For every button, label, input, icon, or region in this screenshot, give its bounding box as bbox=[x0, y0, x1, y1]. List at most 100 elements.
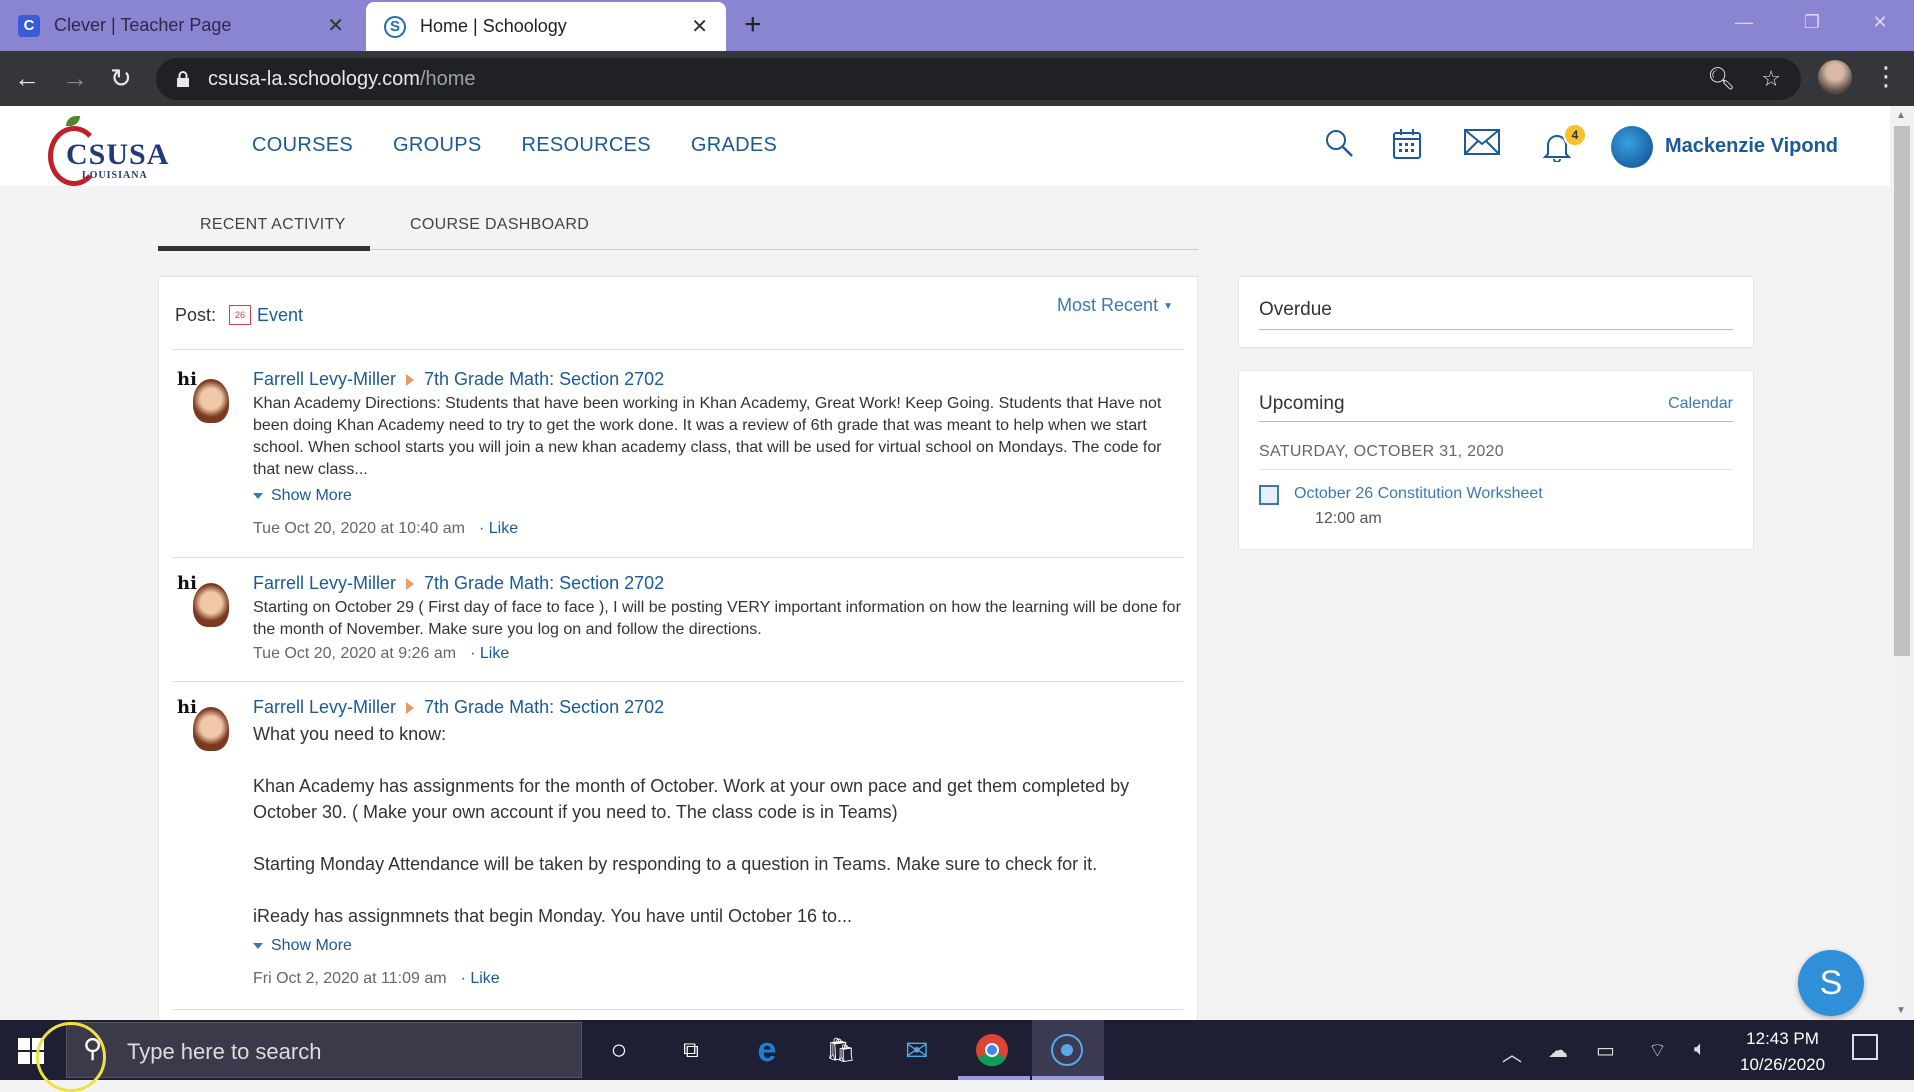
feed-item: hi Farrell Levy-Miller 7th Grade Math: Se… bbox=[173, 573, 1183, 683]
author-avatar[interactable]: hi bbox=[177, 697, 231, 753]
scroll-up-icon[interactable]: ▲ bbox=[1896, 110, 1906, 121]
nav-grades[interactable]: GRADES bbox=[691, 134, 777, 157]
tab-schoology[interactable]: S Home | Schoology ✕ bbox=[366, 2, 726, 51]
tab-recent-activity[interactable]: RECENT ACTIVITY bbox=[200, 216, 346, 234]
site-header: CSUSA LOUISIANA COURSES GROUPS RESOURCES… bbox=[0, 106, 1890, 186]
user-avatar[interactable] bbox=[1611, 126, 1653, 168]
main-nav: COURSES GROUPS RESOURCES GRADES bbox=[252, 134, 777, 157]
cursor-highlight bbox=[36, 1022, 106, 1092]
forward-icon[interactable]: → bbox=[62, 63, 88, 94]
show-more-link[interactable]: Show More bbox=[253, 487, 352, 505]
tab-course-dashboard[interactable]: COURSE DASHBOARD bbox=[410, 216, 589, 234]
window-controls: — ❐ ✕ bbox=[1710, 0, 1914, 51]
like-link[interactable]: · Like bbox=[470, 645, 509, 662]
course-link[interactable]: 7th Grade Math: Section 2702 bbox=[424, 697, 664, 718]
volume-icon[interactable]: 🔈︎ bbox=[1694, 1038, 1706, 1061]
author-avatar[interactable]: hi bbox=[177, 573, 231, 629]
overdue-panel: Overdue bbox=[1238, 276, 1754, 348]
schoology-chat-button[interactable]: S bbox=[1798, 950, 1864, 1016]
cortana-icon[interactable]: ○ bbox=[600, 1032, 638, 1068]
minimize-icon[interactable]: — bbox=[1710, 0, 1778, 51]
like-link[interactable]: · Like bbox=[479, 520, 518, 537]
upcoming-date: SATURDAY, OCTOBER 31, 2020 bbox=[1259, 443, 1504, 460]
author-link[interactable]: Farrell Levy-Miller bbox=[253, 369, 396, 390]
edge-icon[interactable]: e bbox=[748, 1031, 786, 1069]
back-icon[interactable]: ← bbox=[14, 63, 40, 94]
close-icon[interactable]: ✕ bbox=[327, 13, 344, 38]
battery-icon[interactable]: ▭ bbox=[1596, 1038, 1615, 1063]
post-event-link[interactable]: Event bbox=[257, 305, 303, 326]
mail-icon[interactable] bbox=[1464, 128, 1500, 161]
divider bbox=[173, 681, 1183, 682]
user-name[interactable]: Mackenzie Vipond bbox=[1665, 135, 1838, 158]
chrome-icon[interactable] bbox=[973, 1032, 1011, 1068]
new-tab-icon[interactable]: + bbox=[744, 8, 762, 42]
divider bbox=[173, 349, 1183, 350]
nav-courses[interactable]: COURSES bbox=[252, 134, 353, 157]
post-meta: Tue Oct 20, 2020 at 10:40 am · Like bbox=[253, 520, 519, 537]
schoology-page: CSUSA LOUISIANA COURSES GROUPS RESOURCES… bbox=[0, 106, 1890, 1020]
url-text: csusa-la.schoology.com/home bbox=[208, 67, 476, 90]
browser-menu-icon[interactable]: ⋮ bbox=[1873, 61, 1899, 92]
close-icon[interactable]: ✕ bbox=[691, 14, 708, 39]
reload-icon[interactable]: ↻ bbox=[110, 63, 132, 94]
like-link[interactable]: · Like bbox=[461, 970, 500, 987]
notification-badge: 4 bbox=[1563, 123, 1587, 147]
post-body: What you need to know: Khan Academy has … bbox=[253, 724, 1130, 926]
task-view-icon[interactable]: ⧉ bbox=[672, 1032, 710, 1068]
event-calendar-icon[interactable]: 26 bbox=[229, 305, 251, 325]
clever-favicon-icon: C bbox=[18, 14, 40, 37]
divider bbox=[173, 557, 1183, 558]
course-link[interactable]: 7th Grade Math: Section 2702 bbox=[424, 573, 664, 594]
arrow-right-icon bbox=[406, 373, 415, 386]
author-avatar[interactable]: hi bbox=[177, 369, 231, 425]
tab-clever[interactable]: C Clever | Teacher Page ✕ bbox=[0, 0, 362, 51]
show-more-link[interactable]: Show More bbox=[253, 937, 352, 955]
profile-avatar[interactable] bbox=[1818, 60, 1852, 94]
action-center-icon[interactable] bbox=[1852, 1034, 1878, 1060]
author-link[interactable]: Farrell Levy-Miller bbox=[253, 697, 396, 718]
mail-app-icon[interactable]: ✉ bbox=[898, 1032, 936, 1068]
nav-groups[interactable]: GROUPS bbox=[393, 134, 481, 157]
course-link[interactable]: 7th Grade Math: Section 2702 bbox=[424, 369, 664, 390]
post-meta: Tue Oct 20, 2020 at 9:26 am · Like bbox=[253, 645, 510, 662]
author-link[interactable]: Farrell Levy-Miller bbox=[253, 573, 396, 594]
feed-item: hi Farrell Levy-Miller 7th Grade Math: Se… bbox=[173, 697, 1183, 1007]
upcoming-event-link[interactable]: October 26 Constitution Worksheet bbox=[1294, 485, 1543, 503]
recording-app-icon[interactable] bbox=[1048, 1032, 1086, 1068]
arrow-right-icon bbox=[406, 701, 415, 714]
onedrive-icon[interactable]: ☁ bbox=[1548, 1038, 1568, 1063]
calendar-link[interactable]: Calendar bbox=[1668, 395, 1733, 413]
home-tabs: RECENT ACTIVITY COURSE DASHBOARD bbox=[158, 206, 1198, 251]
feed-item: hi Farrell Levy-Miller 7th Grade Math: Se… bbox=[173, 369, 1183, 549]
window-close-icon[interactable]: ✕ bbox=[1846, 0, 1914, 51]
calendar-icon[interactable] bbox=[1392, 128, 1422, 165]
nav-resources[interactable]: RESOURCES bbox=[522, 134, 651, 157]
post-label: Post: bbox=[175, 305, 217, 325]
post-body: Khan Academy Directions: Students that h… bbox=[253, 395, 1162, 478]
zoom-icon[interactable]: 🔍︎ bbox=[1707, 66, 1735, 92]
assignment-icon bbox=[1259, 485, 1279, 505]
sort-dropdown[interactable]: Most Recent ▼ bbox=[1057, 295, 1173, 316]
schoology-favicon-icon: S bbox=[384, 15, 406, 38]
page-scrollbar[interactable]: ▲ ▼ bbox=[1890, 106, 1914, 1020]
upcoming-event-time: 12:00 am bbox=[1315, 510, 1382, 527]
scroll-down-icon[interactable]: ▼ bbox=[1896, 1005, 1906, 1016]
browser-toolbar: ← → ↻ csusa-la.schoology.com/home 🔍︎ ☆ ⋮ bbox=[0, 51, 1914, 106]
scrollbar-thumb[interactable] bbox=[1894, 126, 1910, 656]
bookmark-star-icon[interactable]: ☆ bbox=[1761, 66, 1781, 92]
search-icon[interactable] bbox=[1324, 128, 1354, 163]
tray-expand-icon[interactable]: ︿ bbox=[1502, 1038, 1522, 1067]
activity-feed: Post: 26 Event Most Recent ▼ hi Farrell … bbox=[158, 276, 1198, 1020]
csusa-logo[interactable]: CSUSA LOUISIANA bbox=[48, 114, 168, 186]
store-icon[interactable]: 🛍︎ bbox=[822, 1032, 860, 1068]
address-bar[interactable]: csusa-la.schoology.com/home 🔍︎ ☆ bbox=[156, 58, 1801, 100]
restore-icon[interactable]: ❐ bbox=[1778, 0, 1846, 51]
post-body: Starting on October 29 ( First day of fa… bbox=[253, 599, 1181, 638]
wifi-icon[interactable]: ⌔ bbox=[1648, 1038, 1667, 1063]
lock-icon bbox=[176, 71, 190, 87]
tab-title: Clever | Teacher Page bbox=[54, 15, 232, 35]
taskbar-search-input[interactable]: ⚲ Type here to search bbox=[66, 1022, 582, 1078]
post-meta: Fri Oct 2, 2020 at 11:09 am · Like bbox=[253, 970, 500, 987]
taskbar-clock[interactable]: 12:43 PM 10/26/2020 bbox=[1740, 1026, 1825, 1078]
